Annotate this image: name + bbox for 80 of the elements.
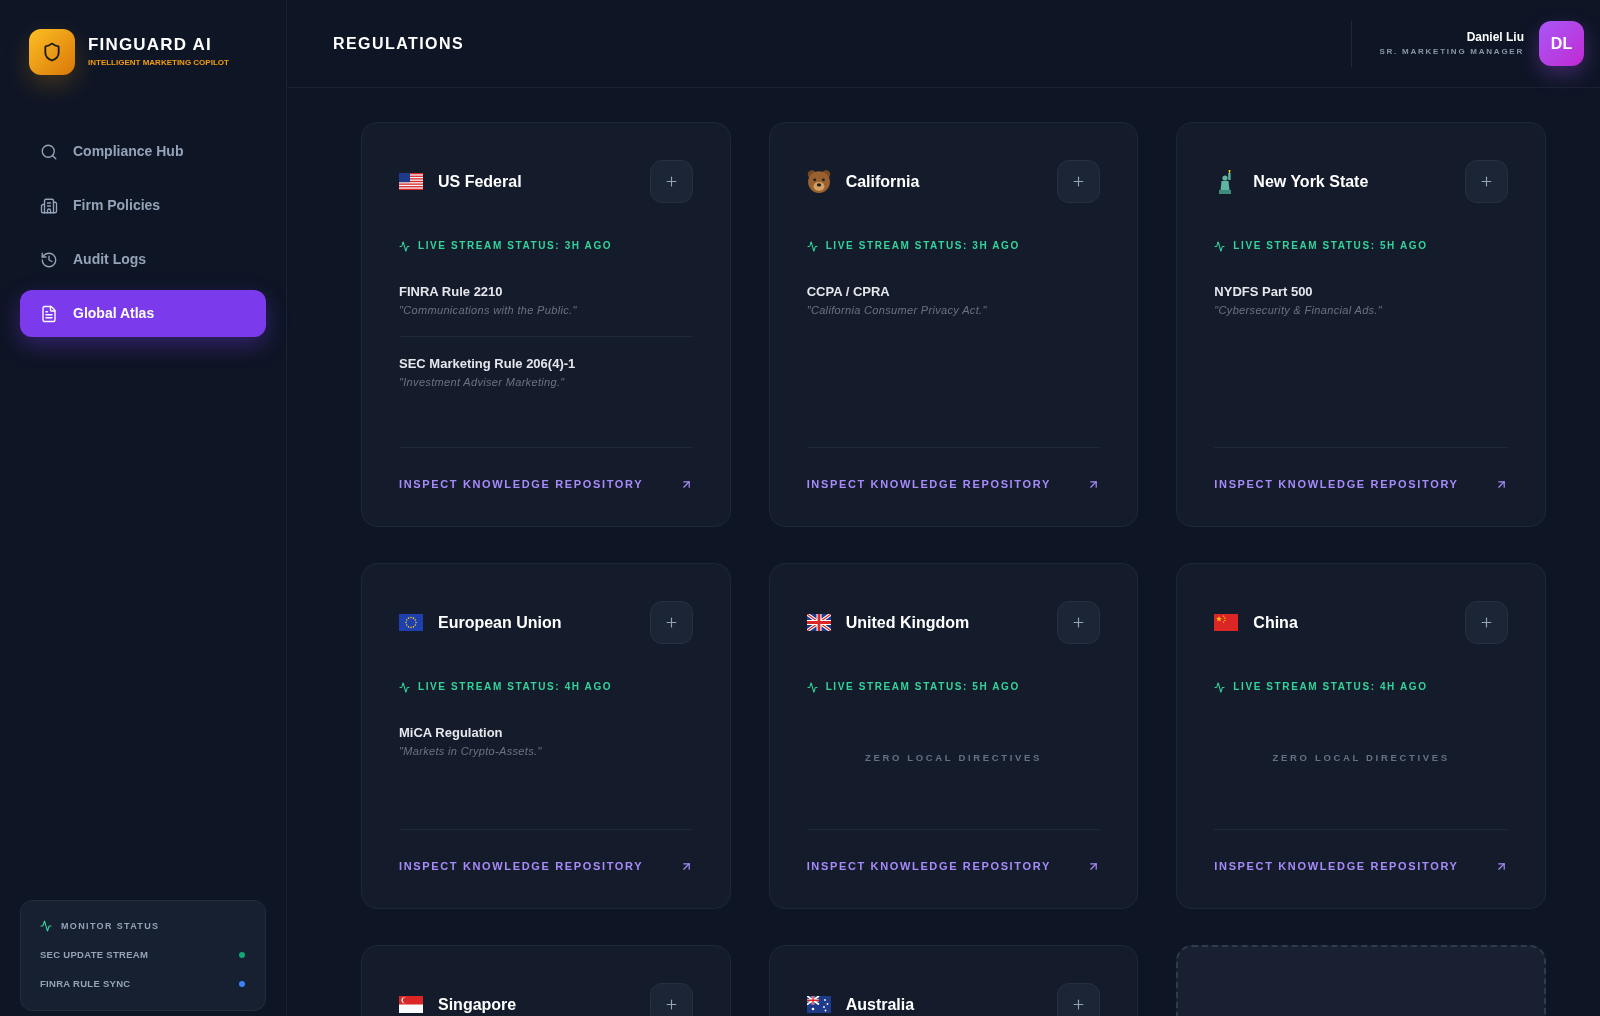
add-button[interactable] (649, 983, 693, 1016)
add-button[interactable] (1465, 601, 1508, 644)
inspect-repository-link[interactable]: INSPECT KNOWLEDGE REPOSITORY (399, 859, 693, 873)
history-icon (40, 250, 58, 269)
add-button[interactable] (1057, 160, 1101, 203)
plus-icon (1071, 174, 1087, 189)
rule-title: MiCA Regulation (399, 724, 504, 741)
rule-description: "Investment Adviser Marketing." (399, 375, 566, 390)
rule-title: SEC Marketing Rule 206(4)-1 (399, 355, 577, 372)
eu-flag-icon (399, 614, 423, 631)
china-flag-icon (1214, 614, 1239, 631)
activity-icon (1214, 681, 1226, 693)
live-stream-status: LIVE STREAM STATUS: 5H AGO (825, 680, 1020, 694)
region-name: China (1253, 613, 1298, 632)
rule-title: NYDFS Part 500 (1214, 283, 1314, 300)
user-avatar[interactable]: DL (1539, 21, 1584, 66)
inspect-repository-link[interactable]: INSPECT KNOWLEDGE REPOSITORY (1214, 859, 1508, 873)
plus-icon (663, 997, 679, 1012)
monitor-item-label: SEC UPDATE STREAM (40, 949, 149, 961)
plus-icon (1071, 615, 1087, 630)
document-icon (40, 304, 58, 323)
nav-item[interactable]: Compliance Hub (20, 128, 266, 175)
us-flag-icon (399, 173, 423, 190)
activity-icon (806, 681, 818, 693)
plus-icon (663, 615, 679, 630)
live-stream-status: LIVE STREAM STATUS: 5H AGO (1233, 239, 1428, 253)
activity-icon (399, 681, 410, 693)
add-button[interactable] (1465, 160, 1508, 203)
nav-item[interactable]: Global Atlas (20, 290, 266, 337)
user-name: Daniel Liu (1466, 29, 1524, 45)
activity-icon (40, 920, 52, 932)
plus-icon (1071, 997, 1087, 1012)
inspect-repository-link[interactable]: INSPECT KNOWLEDGE REPOSITORY (399, 477, 693, 491)
brand-name: FINGUARD AI (88, 35, 213, 55)
rule-title: CCPA / CPRA (806, 283, 891, 300)
bear-face-icon (806, 170, 831, 193)
inspect-repository-link[interactable]: INSPECT KNOWLEDGE REPOSITORY (806, 477, 1101, 491)
nav-item[interactable]: Firm Policies (20, 182, 266, 229)
rule-description: "Cybersecurity & Financial Ads." (1214, 303, 1384, 318)
plus-icon (663, 174, 679, 189)
region-name: United Kingdom (845, 613, 970, 632)
inspect-repository-link[interactable]: INSPECT KNOWLEDGE REPOSITORY (1214, 477, 1508, 491)
shield-logo-icon (29, 29, 75, 75)
live-stream-status: LIVE STREAM STATUS: 4H AGO (1233, 680, 1428, 694)
rule-description: "Communications with the Public." (399, 303, 578, 318)
inspect-repository-link[interactable]: INSPECT KNOWLEDGE REPOSITORY (806, 859, 1101, 873)
brand-tagline: INTELLIGENT MARKETING COPILOT (88, 57, 229, 69)
activity-icon (399, 240, 410, 252)
rule-title: FINRA Rule 2210 (399, 283, 504, 300)
add-button[interactable] (1057, 983, 1101, 1016)
region-name: Australia (845, 995, 915, 1014)
add-button[interactable] (1057, 601, 1101, 644)
activity-icon (1214, 240, 1226, 252)
region-name: California (845, 172, 920, 191)
user-role: SR. MARKETING MANAGER (1379, 45, 1524, 58)
rule-description: "California Consumer Privacy Act." (806, 303, 988, 318)
live-stream-status: LIVE STREAM STATUS: 3H AGO (825, 239, 1020, 253)
singapore-flag-icon (399, 996, 423, 1013)
activity-icon (806, 240, 818, 252)
page-title: REGULATIONS (333, 33, 465, 54)
plus-icon (1479, 174, 1494, 189)
region-name: Singapore (438, 995, 517, 1014)
empty-note: ZERO LOCAL DIRECTIVES (1272, 751, 1450, 765)
monitor-item-label: FINRA RULE SYNC (40, 978, 131, 990)
empty-note: ZERO LOCAL DIRECTIVES (864, 751, 1043, 765)
australia-flag-icon (806, 996, 831, 1013)
nav-item[interactable]: Audit Logs (20, 236, 266, 283)
live-stream-status: LIVE STREAM STATUS: 4H AGO (418, 680, 613, 694)
add-button[interactable] (649, 601, 693, 644)
add-button[interactable] (649, 160, 693, 203)
monitor-status-title: MONITOR STATUS (61, 920, 160, 932)
region-name: European Union (438, 613, 562, 632)
region-name: New York State (1253, 172, 1369, 191)
rule-description: "Markets in Crypto-Assets." (399, 744, 543, 759)
building-icon (40, 196, 58, 215)
region-name: US Federal (438, 172, 522, 191)
live-stream-status: LIVE STREAM STATUS: 3H AGO (418, 239, 613, 253)
uk-flag-icon (806, 614, 831, 631)
search-icon (40, 142, 58, 161)
plus-icon (1479, 615, 1494, 630)
